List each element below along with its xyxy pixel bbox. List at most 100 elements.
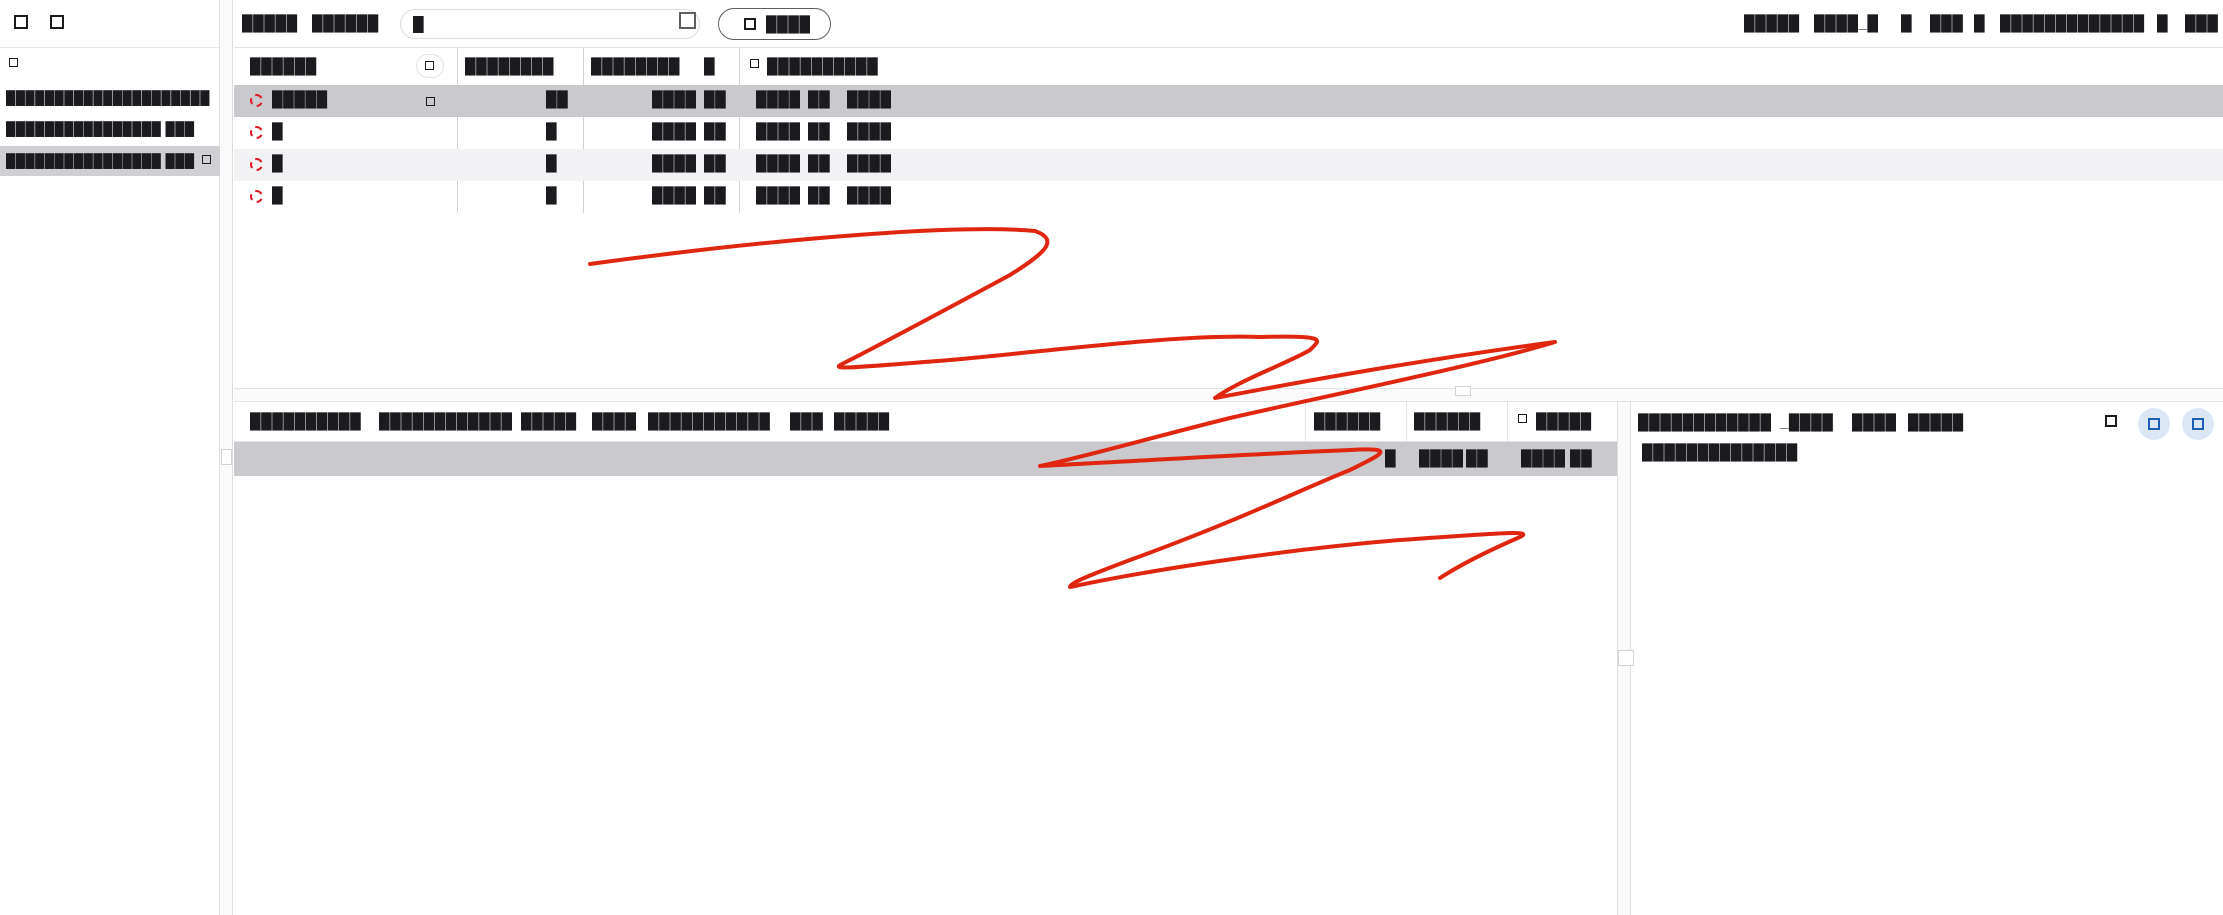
column-header[interactable]: ██████ [250,58,317,75]
search-field[interactable] [400,9,700,39]
cell-value: ██ [808,187,831,204]
cell-value: ████ [847,187,892,204]
error-icon [250,126,263,139]
square-icon[interactable] [14,15,28,29]
pane-splitter[interactable] [1618,402,1634,915]
cell-value: ██ [546,91,569,108]
toolbar: █████ ██████ ████ █████ ████_█ █ ███ █ █… [234,0,2223,48]
cell-value: ████ [847,91,892,108]
square-icon [750,59,759,68]
cell-value: ██ [704,123,727,140]
square-icon [1518,414,1527,423]
column-header[interactable]: ████████████ [379,413,513,430]
action-button[interactable]: ████ [718,8,831,40]
sidebar: █████████████████████ ████████████████ █… [0,0,220,915]
cell-value: ████ [847,123,892,140]
column-header[interactable]: ███ [790,413,823,430]
toolbar-item[interactable]: █ [1901,15,1912,32]
cell-value: ██ [808,155,831,172]
search-input[interactable] [413,16,663,33]
column-divider [1406,402,1407,442]
column-options-button[interactable] [416,54,444,78]
toolbar-item[interactable]: █████ [1744,15,1800,32]
cell-value: ██ [808,123,831,140]
cell-value: ████ [652,91,697,108]
details-title: █████ [1908,414,1964,431]
cell-value: ████ [756,91,801,108]
cell-name: █ [272,155,284,172]
menu-item[interactable]: █████ [242,15,298,32]
cell-value: ██ [704,155,727,172]
cell-value: ██ [1466,450,1489,467]
menu-item[interactable]: ██████ [312,15,379,32]
sidebar-item[interactable]: █████████████████████ [6,90,210,105]
square-icon [744,18,756,30]
details-title: ████ [1852,414,1897,431]
column-header[interactable]: ██████████ [767,58,878,75]
column-header[interactable]: ██████ [1314,413,1381,430]
table-row-selected[interactable]: █████ ██ ████ ██ ████ ██ ████ [234,85,2223,117]
column-header[interactable]: ████████ [591,58,680,75]
cell-value: ████ [847,155,892,172]
column-header[interactable]: █████ [521,413,577,430]
action-button-label: ████ [766,16,811,33]
square-icon [425,61,434,70]
details-subtitle: ██████████████ [1642,444,1798,461]
lower-table-header: ██████████ ████████████ █████ ████ █████… [234,402,1617,442]
cell-value: ████ [652,155,697,172]
toolbar-item[interactable]: ███ [1930,15,1963,32]
cell-value: █ [546,155,558,172]
cell-value: ████ [756,123,801,140]
sidebar-splitter[interactable] [220,0,233,915]
cell-value: █ [1385,450,1397,467]
table-row-selected[interactable]: █ ████ ██ ████ ██ [234,442,1617,476]
cell-value: ██ [704,91,727,108]
details-panel: ████████████ _████ ████ █████ ██████████… [1632,402,2223,915]
column-header[interactable]: █████ [1536,413,1592,430]
square-icon[interactable] [426,97,435,106]
lower-table: ██████████ ████████████ █████ ████ █████… [234,402,1618,915]
details-title: ████████████ [1638,414,1772,431]
panel-button[interactable] [2182,408,2214,440]
square-icon[interactable] [9,58,18,67]
column-divider [1507,402,1508,442]
sidebar-item[interactable]: ████████████████ ███ [6,121,195,136]
toolbar-item[interactable]: ███ [2185,15,2218,32]
square-icon[interactable] [2105,415,2117,427]
toolbar-item[interactable]: ████_█ [1814,15,1878,32]
column-header[interactable]: █████ [834,413,890,430]
cell-value: ██ [808,91,831,108]
column-header[interactable]: ████████ [465,58,554,75]
panel-button[interactable] [2138,408,2170,440]
square-icon[interactable] [202,155,211,164]
cell-value: █ [546,123,558,140]
column-header[interactable]: ██████ [1414,413,1481,430]
details-title: _████ [1780,414,1834,431]
toolbar-item[interactable]: █████████████ [2000,15,2145,32]
sidebar-item-selected[interactable]: ████████████████ ███ [6,153,195,168]
cell-value: ██ [704,187,727,204]
pane-splitter[interactable] [234,386,2223,402]
cell-value: ████ [756,155,801,172]
cell-value: ████ [652,187,697,204]
clear-icon[interactable] [679,12,696,29]
column-header[interactable]: █ [704,58,715,75]
splitter-handle[interactable] [221,449,232,465]
toolbar-item[interactable]: █ [2157,15,2168,32]
splitter-handle[interactable] [1455,386,1471,396]
square-icon[interactable] [50,15,64,29]
cell-value: ████ [756,187,801,204]
error-icon [250,158,263,171]
cell-value: ██ [1570,450,1593,467]
table-row[interactable]: █ █ ████ ██ ████ ██ ████ [234,181,2223,213]
table-row[interactable]: █ █ ████ ██ ████ ██ ████ [234,117,2223,149]
cell-name: █████ [272,91,328,108]
cell-name: █ [272,187,284,204]
column-header[interactable]: ███████████ [648,413,770,430]
square-icon [2148,418,2160,430]
toolbar-item[interactable]: █ [1974,15,1985,32]
column-header[interactable]: ██████████ [250,413,361,430]
column-header[interactable]: ████ [592,413,637,430]
table-row[interactable]: █ █ ████ ██ ████ ██ ████ [234,149,2223,181]
cell-value: ████ [1419,450,1464,467]
